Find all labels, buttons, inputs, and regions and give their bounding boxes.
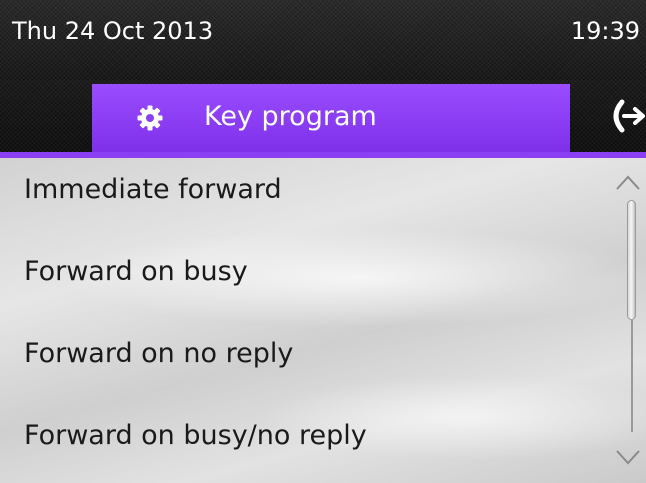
chevron-up-icon[interactable] <box>614 172 642 192</box>
chevron-down-icon[interactable] <box>614 448 642 468</box>
scrollbar[interactable] <box>610 158 646 483</box>
tab-key-program[interactable]: Key program <box>92 84 570 156</box>
scroll-thumb[interactable] <box>627 200 636 320</box>
menu-item-label: Forward on busy <box>24 256 248 287</box>
menu-item-label: Forward on no reply <box>24 338 294 369</box>
menu-item-label: Forward on busy/no reply <box>24 420 367 451</box>
menu-item-forward-on-busy[interactable]: Forward on busy <box>0 240 610 322</box>
menu-item-forward-on-no-reply[interactable]: Forward on no reply <box>0 322 610 404</box>
menu-item-label: Immediate forward <box>24 174 282 205</box>
status-date: Thu 24 Oct 2013 <box>12 17 214 45</box>
menu-item-immediate-forward[interactable]: Immediate forward <box>0 158 610 240</box>
menu-list: Immediate forward Forward on busy Forwar… <box>0 158 646 483</box>
phone-screen: Thu 24 Oct 2013 19:39 Key program Immedi… <box>0 0 646 483</box>
tab-bar: Key program <box>0 80 646 156</box>
gear-icon <box>137 105 163 131</box>
status-bar: Thu 24 Oct 2013 19:39 <box>0 0 646 80</box>
status-time: 19:39 <box>570 17 640 45</box>
tab-label: Key program <box>204 101 377 132</box>
exit-arrow-icon[interactable] <box>602 96 646 136</box>
menu-item-forward-on-busy-no-reply[interactable]: Forward on busy/no reply <box>0 404 610 483</box>
scroll-track[interactable] <box>631 320 633 432</box>
